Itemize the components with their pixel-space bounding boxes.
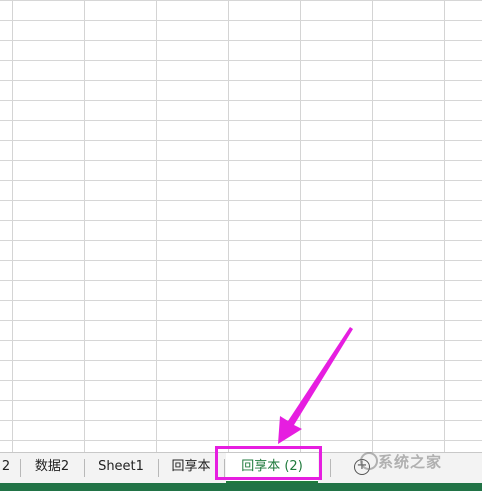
tab-divider xyxy=(224,459,225,477)
sheet-tab-partial[interactable]: 2 xyxy=(0,453,12,483)
sheet-tab-huixiangben[interactable]: 回享本 xyxy=(159,453,223,483)
sheet-tab-sheet1[interactable]: Sheet1 xyxy=(85,453,157,483)
sheet-tab-label: 数据2 xyxy=(34,459,70,474)
watermark-text: 系统之家 xyxy=(378,453,443,471)
sheet-tab-label: 2 xyxy=(1,459,11,474)
spreadsheet-window: 2 数据2 Sheet1 回享本 回享本 (2) + 系统之家 xyxy=(0,0,482,491)
cell-grid[interactable] xyxy=(0,0,482,452)
sheet-tab-label: 回享本 xyxy=(171,459,211,474)
watermark-logo-icon xyxy=(360,452,378,470)
sheet-tab-huixiangben-2[interactable]: 回享本 (2) xyxy=(226,453,318,483)
sheet-tab-label: Sheet1 xyxy=(98,459,144,474)
sheet-tab-label: 回享本 (2) xyxy=(241,459,303,474)
sheet-tab-shuju2[interactable]: 数据2 xyxy=(21,453,83,483)
status-bar xyxy=(0,483,482,491)
tab-divider xyxy=(330,459,331,477)
